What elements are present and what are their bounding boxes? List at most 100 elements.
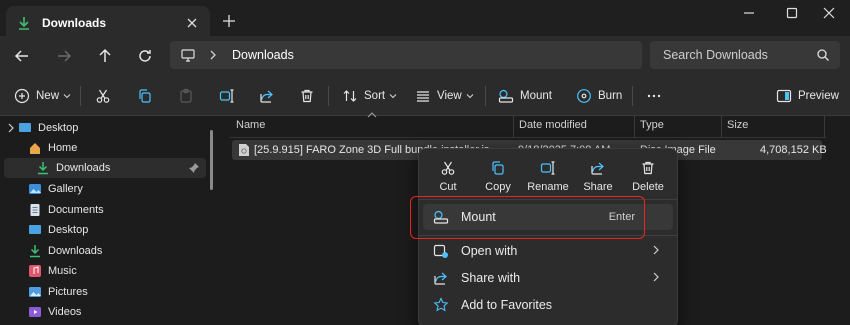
nav-item-videos[interactable]: Videos [0, 302, 210, 322]
nav-item-gallery[interactable]: Gallery [0, 179, 210, 199]
menu-delete-label: Delete [632, 181, 664, 193]
menu-open-with-label: Open with [461, 244, 518, 258]
menu-share-with-label: Share with [461, 271, 521, 285]
nav-scrollbar[interactable] [210, 130, 213, 190]
new-button[interactable]: New [14, 76, 71, 116]
breadcrumb-downloads[interactable]: Downloads [232, 48, 294, 62]
menu-share-button[interactable]: Share [573, 157, 623, 199]
pin-icon[interactable] [188, 162, 200, 174]
mount-disc-icon [498, 89, 514, 103]
nav-label: Downloads [48, 245, 103, 257]
nav-item-downloads-2[interactable]: Downloads [0, 241, 210, 261]
forward-icon[interactable] [54, 46, 74, 66]
mount-label: Mount [520, 90, 552, 102]
more-icon [647, 94, 661, 98]
delete-button[interactable] [299, 76, 315, 116]
trash-icon [301, 89, 313, 103]
maximize-icon[interactable] [783, 4, 801, 22]
new-label: New [36, 90, 60, 102]
menu-share-label: Share [583, 181, 613, 193]
burn-label: Burn [598, 90, 623, 102]
sort-button[interactable]: Sort [342, 76, 397, 116]
toolbar-separator [632, 86, 633, 106]
menu-item-share-with[interactable]: Share with [423, 265, 673, 291]
view-button[interactable]: View [415, 76, 474, 116]
nav-label: Documents [48, 204, 104, 216]
chevron-right-icon[interactable] [6, 123, 16, 133]
chevron-down-icon [389, 94, 397, 99]
share-button[interactable] [259, 76, 275, 116]
copy-icon [139, 89, 151, 103]
download-icon [19, 17, 29, 30]
nav-label: Pictures [48, 286, 88, 298]
mount-highlight-box [410, 196, 645, 239]
rename-icon [540, 161, 555, 175]
download-icon [38, 162, 48, 175]
back-icon[interactable] [12, 46, 32, 66]
mount-button[interactable]: Mount [498, 76, 552, 116]
menu-rename-button[interactable]: Rename [523, 157, 573, 199]
refresh-icon[interactable] [135, 46, 155, 66]
menu-item-add-favorites[interactable]: Add to Favorites [423, 292, 673, 318]
address-bar[interactable]: Downloads [170, 41, 642, 69]
search-input[interactable]: Search Downloads [650, 41, 840, 69]
column-name[interactable]: Name [236, 119, 265, 131]
more-options-button[interactable] [646, 76, 662, 116]
nav-item-desktop-2[interactable]: Desktop [0, 220, 210, 240]
nav-label: Desktop [48, 224, 89, 236]
chevron-right-icon [653, 272, 659, 282]
tab-downloads[interactable]: Downloads [6, 6, 210, 40]
desktop-folder-icon [29, 225, 41, 234]
monitor-icon [181, 49, 195, 62]
share-icon [591, 162, 604, 175]
tab-title: Downloads [42, 16, 107, 30]
sort-icon [343, 90, 357, 102]
disc-image-file-icon [239, 144, 249, 156]
nav-item-desktop[interactable]: Desktop [0, 118, 210, 138]
column-type[interactable]: Type [640, 119, 664, 131]
column-header: Name Date modified Type Size [230, 112, 826, 138]
column-divider[interactable] [513, 116, 514, 138]
chevron-right-icon [210, 50, 216, 60]
up-icon[interactable] [95, 46, 115, 66]
column-date[interactable]: Date modified [519, 119, 587, 131]
rename-button[interactable] [219, 76, 235, 116]
close-tab-icon[interactable] [184, 15, 200, 31]
menu-cut-button[interactable]: Cut [423, 157, 473, 199]
documents-icon [30, 204, 40, 216]
view-label: View [437, 90, 462, 102]
new-tab-icon[interactable] [220, 12, 238, 30]
nav-item-downloads-selected[interactable]: Downloads [4, 158, 206, 178]
column-divider[interactable] [634, 116, 635, 138]
open-with-icon [433, 244, 448, 258]
trash-icon [642, 161, 654, 175]
menu-copy-button[interactable]: Copy [473, 157, 523, 199]
paste-button[interactable] [178, 76, 194, 116]
toolbar-separator [80, 86, 81, 106]
copy-button[interactable] [137, 76, 153, 116]
column-divider[interactable] [824, 116, 825, 138]
navigation-pane: Desktop Home Downloads Gallery Documents… [0, 116, 214, 325]
nav-label: Music [48, 265, 77, 277]
share-icon [434, 272, 447, 285]
menu-rename-label: Rename [527, 181, 569, 193]
nav-item-home[interactable]: Home [0, 138, 210, 158]
star-icon [433, 297, 449, 312]
nav-item-music[interactable]: Music [0, 261, 210, 281]
column-size[interactable]: Size [727, 119, 748, 131]
preview-button[interactable]: Preview [776, 76, 839, 116]
burn-button[interactable]: Burn [576, 76, 622, 116]
minimize-icon[interactable] [740, 4, 758, 22]
cut-button[interactable] [95, 76, 111, 116]
pictures-icon [29, 287, 41, 297]
nav-item-pictures[interactable]: Pictures [0, 282, 210, 302]
close-window-icon[interactable] [820, 4, 838, 22]
copy-icon [492, 161, 504, 175]
search-icon [817, 49, 829, 61]
preview-pane-icon [776, 89, 792, 103]
menu-add-favorites-label: Add to Favorites [461, 298, 553, 312]
nav-item-documents[interactable]: Documents [0, 200, 210, 220]
menu-delete-button[interactable]: Delete [623, 157, 673, 199]
column-divider[interactable] [721, 116, 722, 138]
menu-item-open-with[interactable]: Open with [423, 238, 673, 264]
